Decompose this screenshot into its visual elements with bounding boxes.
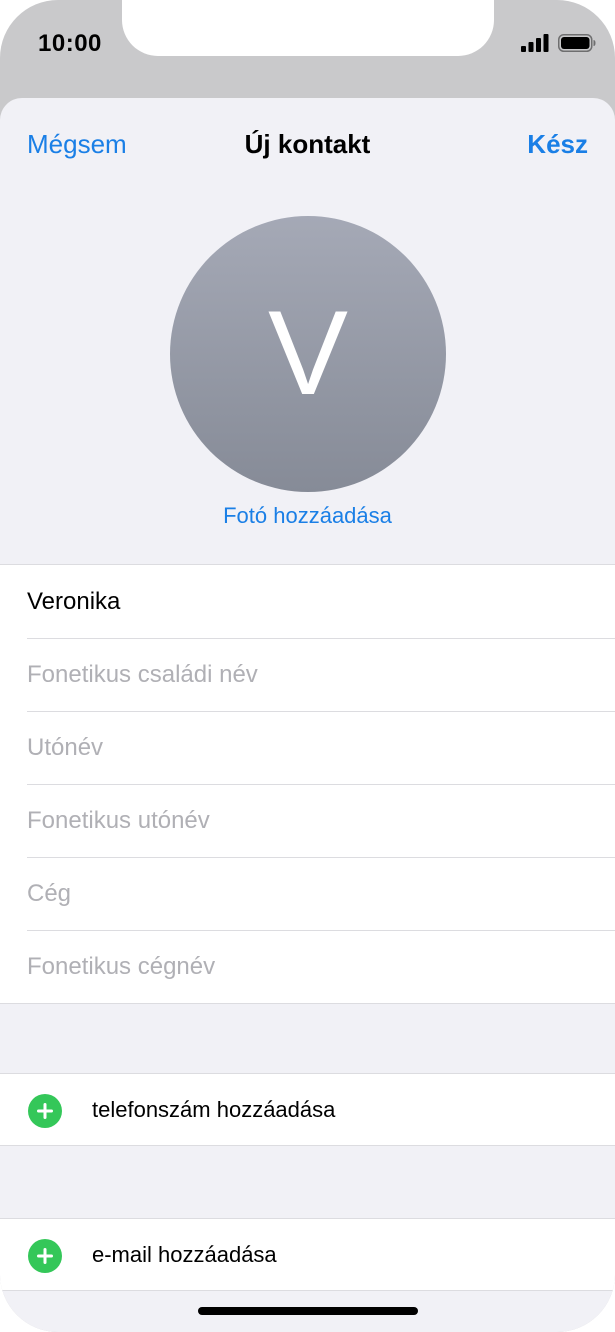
battery-icon xyxy=(558,34,596,52)
done-button[interactable]: Kész xyxy=(527,129,588,160)
add-email-button[interactable]: e-mail hozzáadása xyxy=(0,1219,615,1290)
company-field[interactable]: Cég xyxy=(0,857,615,930)
add-phone-button[interactable]: telefonszám hozzáadása xyxy=(0,1074,615,1145)
page-title: Új kontakt xyxy=(244,129,371,159)
signal-icon xyxy=(521,34,549,52)
status-time: 10:00 xyxy=(38,30,102,57)
add-email-label: e-mail hozzáadása xyxy=(92,1242,277,1267)
name-fields-group: Veronika Fonetikus családi név Utónév Fo… xyxy=(0,564,615,1004)
add-photo-button[interactable]: Fotó hozzáadása xyxy=(0,503,615,529)
first-name-field[interactable]: Utónév xyxy=(0,711,615,784)
add-circle-icon xyxy=(28,1094,62,1128)
avatar[interactable]: V xyxy=(170,216,446,492)
new-contact-sheet: Mégsem Új kontakt Kész V Fotó hozzáadása… xyxy=(0,98,615,1332)
avatar-initial: V xyxy=(268,286,348,420)
phonetic-last-name-field[interactable]: Fonetikus családi név xyxy=(0,638,615,711)
home-indicator[interactable] xyxy=(198,1307,418,1315)
navigation-bar: Mégsem Új kontakt Kész xyxy=(0,98,615,190)
svg-text:V: V xyxy=(268,286,348,420)
add-phone-label: telefonszám hozzáadása xyxy=(92,1097,336,1122)
phonetic-company-field[interactable]: Fonetikus cégnév xyxy=(0,930,615,1003)
add-phone-group: telefonszám hozzáadása xyxy=(0,1073,615,1146)
add-email-group: e-mail hozzáadása xyxy=(0,1218,615,1291)
notch xyxy=(122,0,494,56)
phonetic-first-name-field[interactable]: Fonetikus utónév xyxy=(0,784,615,857)
phone-screen: 10:00 Mégsem Új kontakt Kész V Fotó hozz… xyxy=(0,0,615,1332)
add-circle-icon xyxy=(28,1239,62,1273)
last-name-field[interactable]: Veronika xyxy=(0,565,615,638)
status-bar: 10:00 xyxy=(0,0,615,98)
